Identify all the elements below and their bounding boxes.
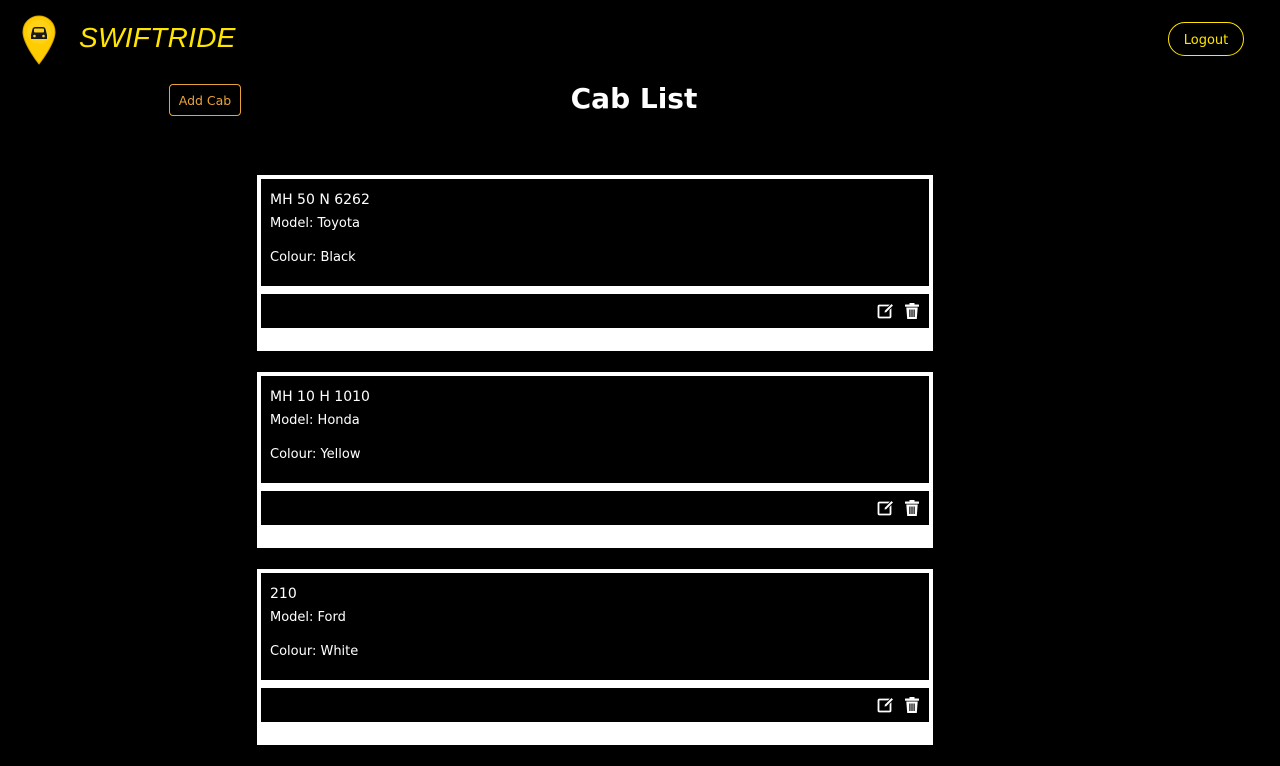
trash-icon[interactable] xyxy=(903,302,921,320)
cab-list: MH 50 N 6262 Model: Toyota Colour: Black… xyxy=(257,175,933,766)
cab-colour: Colour: Yellow xyxy=(270,447,361,462)
cab-model: Model: Ford xyxy=(270,610,346,625)
cab-colour: Colour: White xyxy=(270,644,359,659)
trash-icon[interactable] xyxy=(903,696,921,714)
cab-card: MH 10 H 1010 Model: Honda Colour: Yellow xyxy=(257,372,933,548)
cab-card: MH 50 N 6262 Model: Toyota Colour: Black xyxy=(257,175,933,351)
page-title: Cab List xyxy=(570,82,698,115)
cab-actions xyxy=(261,294,929,328)
brand-name[interactable]: SWIFTRIDE xyxy=(79,22,236,54)
cab-model: Model: Toyota xyxy=(270,216,360,231)
cab-actions xyxy=(261,491,929,525)
header: SWIFTRIDE Logout xyxy=(0,0,1280,80)
edit-icon[interactable] xyxy=(877,696,895,714)
cab-actions xyxy=(261,688,929,722)
cab-card: 210 Model: Ford Colour: White xyxy=(257,569,933,745)
cab-number: MH 50 N 6262 xyxy=(270,192,370,208)
cab-details: 210 Model: Ford Colour: White xyxy=(261,573,929,680)
cab-details: MH 10 H 1010 Model: Honda Colour: Yellow xyxy=(261,376,929,483)
map-pin-car-icon xyxy=(22,15,56,65)
edit-icon[interactable] xyxy=(877,302,895,320)
cab-colour: Colour: Black xyxy=(270,250,356,265)
cab-number: 210 xyxy=(270,586,297,602)
trash-icon[interactable] xyxy=(903,499,921,517)
cab-model: Model: Honda xyxy=(270,413,360,428)
edit-icon[interactable] xyxy=(877,499,895,517)
logout-button[interactable]: Logout xyxy=(1168,22,1244,56)
cab-number: MH 10 H 1010 xyxy=(270,389,370,405)
cab-details: MH 50 N 6262 Model: Toyota Colour: Black xyxy=(261,179,929,286)
